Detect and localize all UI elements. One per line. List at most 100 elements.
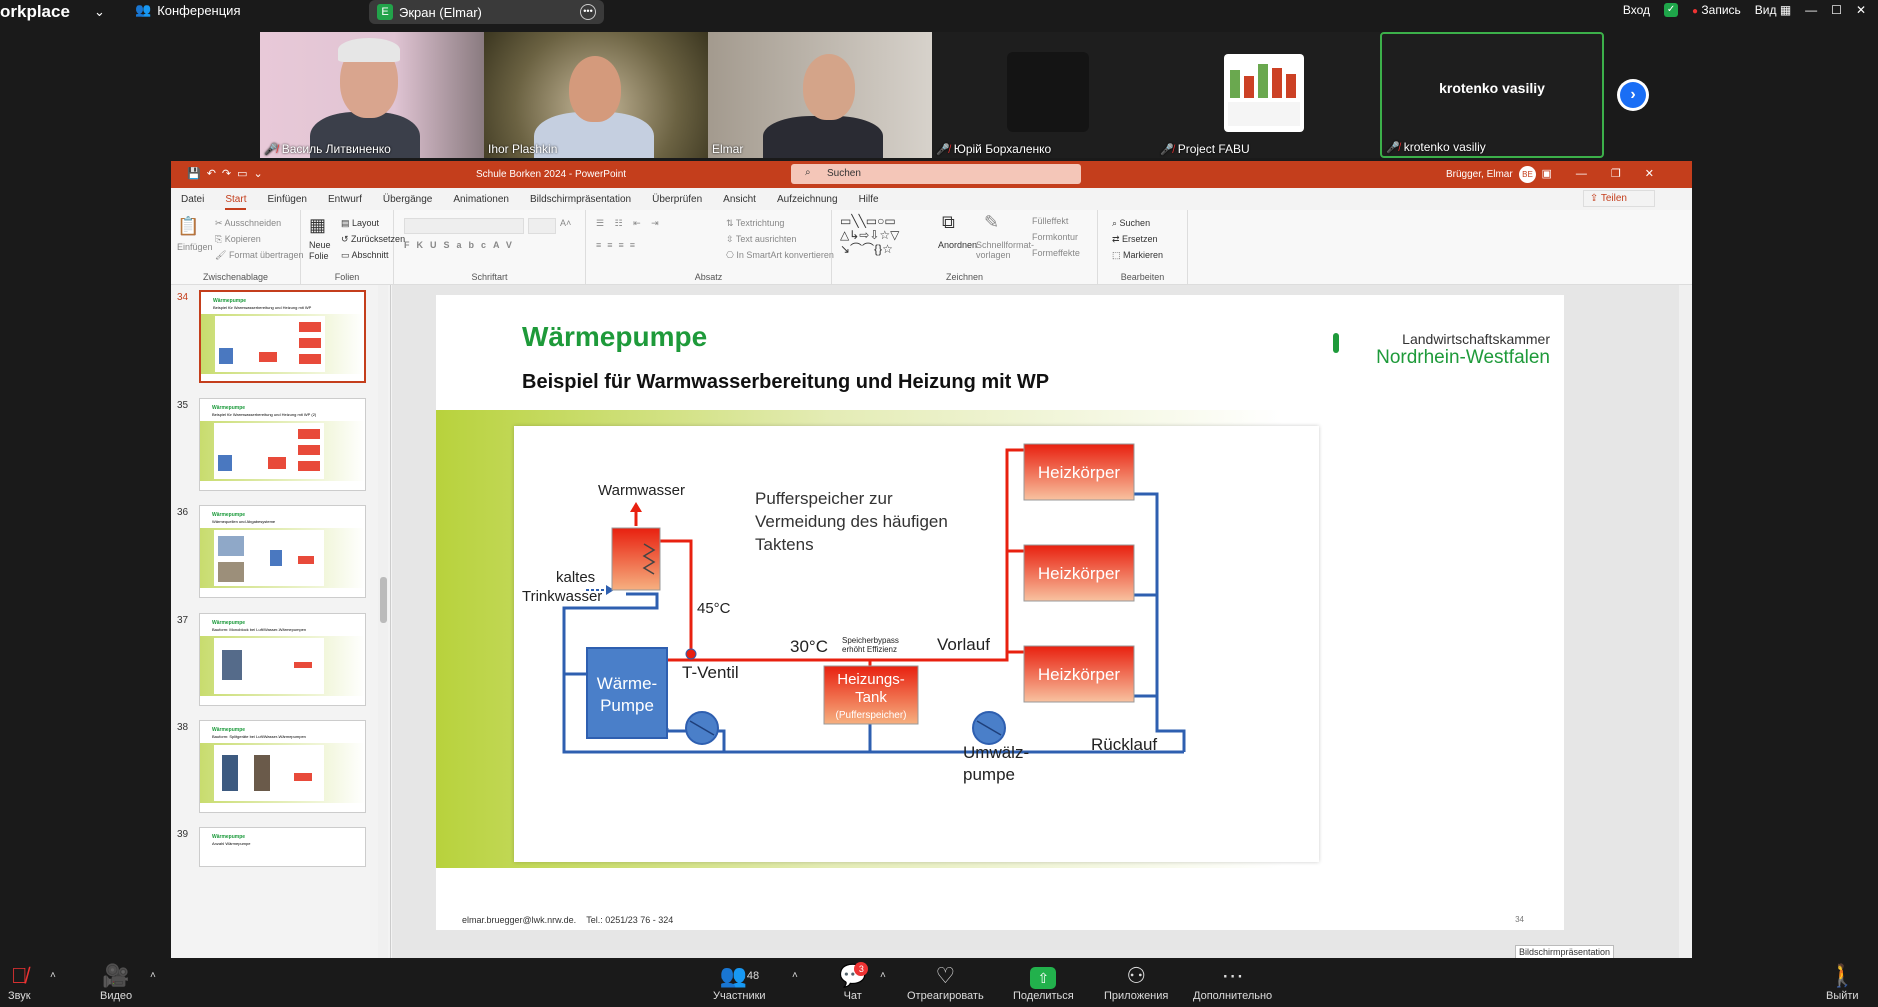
tab-start[interactable]: Start (225, 194, 247, 210)
replace-button[interactable]: ⇄ Ersetzen (1112, 234, 1158, 245)
share-screen-button[interactable]: ⇧ Поделиться (1013, 962, 1074, 1002)
participant-tile[interactable]: 🎤̸ Юрій Борхаленко (932, 32, 1156, 158)
smartart-button[interactable]: ⎔ In SmartArt konvertieren (726, 250, 834, 261)
effects-button[interactable]: Formeffekte (1032, 248, 1080, 258)
tab-animationen[interactable]: Animationen (453, 194, 509, 205)
video-button[interactable]: 🎥 Видео (100, 962, 132, 1002)
font-format-buttons[interactable]: FKUSabcAV (404, 240, 519, 250)
video-options-chevron[interactable]: ˄ (150, 970, 156, 981)
thumbnail-slide-36[interactable]: Wärmepumpe Wärmequellen und Abgabesystem… (199, 505, 366, 598)
thumbnail-slide-37[interactable]: Wärmepumpe Bauform: Monoblock bei Luft/W… (199, 613, 366, 706)
arrange-button[interactable]: Anordnen (938, 240, 977, 250)
next-participants-button[interactable]: › (1617, 79, 1649, 111)
audio-options-chevron[interactable]: ˄ (50, 970, 56, 981)
section-button[interactable]: ▭ Abschnitt (341, 250, 389, 261)
thumbnail-slide-39[interactable]: Wärmepumpe Anzahl Wärmepumpe (199, 827, 366, 867)
minimize-button[interactable]: — (1805, 3, 1817, 17)
thumbnail-slide-38[interactable]: Wärmepumpe Bauform: Splitgeräte bei Luft… (199, 720, 366, 813)
thumbnail-slide-34[interactable]: Wärmepumpe Beispiel für Warmwasserbereit… (199, 290, 366, 383)
label-ruecklauf: Rücklauf (1091, 735, 1157, 754)
conference-menu[interactable]: 👥 Конференция (135, 2, 240, 18)
new-slide-button[interactable]: Neue Folie (309, 240, 339, 262)
thumbnail-subtitle: Beispiel für Warmwasserbereitung und Hei… (212, 412, 317, 417)
chat-chevron[interactable]: ˄ (880, 970, 886, 981)
participant-tile-active-speaker[interactable]: krotenko vasiliy 🎤̸ krotenko vasiliy (1380, 32, 1604, 158)
window-controls[interactable]: ▣—❐✕ (1542, 167, 1678, 180)
label-tank-3: (Pufferspeicher) (836, 710, 907, 721)
font-size-select[interactable] (528, 218, 556, 234)
thumbnail-diagram (214, 530, 324, 586)
format-painter-button[interactable]: 🖌 Format übertragen (215, 250, 303, 261)
participants-button[interactable]: 👥48 Участники (713, 962, 766, 1002)
more-options-icon[interactable]: ••• (580, 4, 596, 20)
thumbnail-slide-35[interactable]: Wärmepumpe Beispiel für Warmwasserbereit… (199, 398, 366, 491)
font-grow-icon[interactable]: A˄ (560, 218, 571, 228)
tab-einfuegen[interactable]: Einfügen (267, 194, 306, 205)
shield-check-icon[interactable]: ✓ (1664, 3, 1679, 17)
outline-button[interactable]: Formkontur (1032, 232, 1078, 242)
group-label: Zwischenablage (202, 272, 269, 282)
chevron-down-icon[interactable]: ⌄ (94, 4, 105, 20)
tab-ansicht[interactable]: Ansicht (723, 194, 756, 205)
participant-tile[interactable]: 🎤̸ Василь Литвиненко (260, 32, 484, 158)
shared-powerpoint-window: 💾↶↷▭⌄ Schule Borken 2024 - PowerPoint ⌕ … (171, 161, 1692, 958)
login-button[interactable]: Вход (1623, 3, 1650, 17)
label-puffer-2: Vermeidung des häufigen (755, 512, 948, 531)
slideshow-status-label[interactable]: Bildschirmpräsentation (1514, 945, 1614, 958)
participant-tile[interactable]: Ihor Plashkin (484, 32, 708, 158)
conference-label: Конференция (157, 2, 241, 18)
thumbnail-scrollbar[interactable] (378, 285, 388, 958)
heat-pump-diagram: Warmwasser kaltes Trinkwasser Pufferspei… (514, 426, 1319, 862)
tab-entwurf[interactable]: Entwurf (328, 194, 362, 205)
align-text-button[interactable]: ⇳ Text ausrichten (726, 234, 796, 245)
slide-scrollbar[interactable] (1679, 285, 1692, 958)
participant-name: 🎤̸ Василь Литвиненко (264, 142, 391, 156)
participant-tile[interactable]: Elmar (708, 32, 932, 158)
leave-button[interactable]: 🚶 Выйти (1826, 962, 1859, 1002)
tab-bildschirmpraesentation[interactable]: Bildschirmpräsentation (530, 194, 631, 205)
label-30c: 30°C (790, 637, 828, 656)
cut-button[interactable]: ✂ Ausschneiden (215, 218, 281, 229)
quick-access-toolbar[interactable]: 💾↶↷▭⌄ (187, 167, 269, 180)
tab-uebergaenge[interactable]: Übergänge (383, 194, 432, 205)
audio-button[interactable]: 🎙̸ Звук (8, 962, 31, 1002)
view-button[interactable]: Вид ▦ (1755, 3, 1791, 17)
screen-share-indicator[interactable]: E Экран (Elmar) ••• (369, 0, 604, 24)
search-box[interactable]: ⌕ Suchen (791, 164, 1081, 184)
participants-chevron[interactable]: ˄ (792, 970, 798, 981)
chat-button[interactable]: 💬 3 Чат (839, 962, 869, 1002)
user-name[interactable]: Brügger, Elmar (1446, 169, 1513, 180)
chat-icon: 💬 3 (839, 962, 869, 988)
thumbnail-title: Wärmepumpe (212, 512, 246, 518)
maximize-button[interactable]: ☐ (1831, 3, 1842, 17)
list-buttons[interactable]: ☰ ☷ ⇤ ⇥ (596, 218, 663, 229)
user-avatar[interactable]: BE (1519, 166, 1536, 183)
tab-aufzeichnung[interactable]: Aufzeichnung (777, 194, 838, 205)
more-button[interactable]: ⋯ Дополнительно (1193, 962, 1272, 1002)
slide-canvas[interactable]: Wärmepumpe Beispiel für Warmwasserbereit… (436, 295, 1564, 930)
search-placeholder: Suchen (827, 168, 861, 179)
apps-button[interactable]: ⚇ Приложения (1104, 962, 1168, 1002)
fill-button[interactable]: Fülleffekt (1032, 216, 1068, 226)
tab-ueberpruefen[interactable]: Überprüfen (652, 194, 702, 205)
select-button[interactable]: ⬚ Markieren (1112, 250, 1163, 261)
close-button[interactable]: ✕ (1856, 3, 1866, 17)
scrollbar-thumb[interactable] (380, 577, 387, 623)
meeting-top-bar: orkplace ⌄ 👥 Конференция E Экран (Elmar)… (0, 0, 1878, 30)
font-family-select[interactable] (404, 218, 524, 234)
quick-styles-button[interactable]: Schnellformat-vorlagen (976, 240, 1034, 260)
tab-hilfe[interactable]: Hilfe (859, 194, 879, 205)
participant-tile[interactable]: 🎤̸ Project FABU (1156, 32, 1380, 158)
shapes-gallery[interactable]: ▭╲╲▭○▭ △↳⇨⇩☆▽ ↘⌒⌒{}☆ (840, 214, 936, 256)
share-badge: E (377, 4, 393, 20)
react-button[interactable]: ♡ Отреагировать (907, 962, 984, 1002)
copy-button[interactable]: ⎘ Kopieren (215, 234, 261, 245)
tab-datei[interactable]: Datei (181, 194, 204, 205)
align-buttons[interactable]: ≡≡≡≡ (596, 240, 641, 250)
record-button[interactable]: ● Запись (1692, 3, 1741, 17)
text-direction-button[interactable]: ⇅ Textrichtung (726, 218, 784, 229)
paste-button[interactable]: Einfügen (177, 242, 213, 252)
layout-button[interactable]: ▤ Layout (341, 218, 379, 229)
find-button[interactable]: ⌕ Suchen (1112, 218, 1150, 229)
share-button[interactable]: ⇪ Teilen (1582, 190, 1655, 207)
